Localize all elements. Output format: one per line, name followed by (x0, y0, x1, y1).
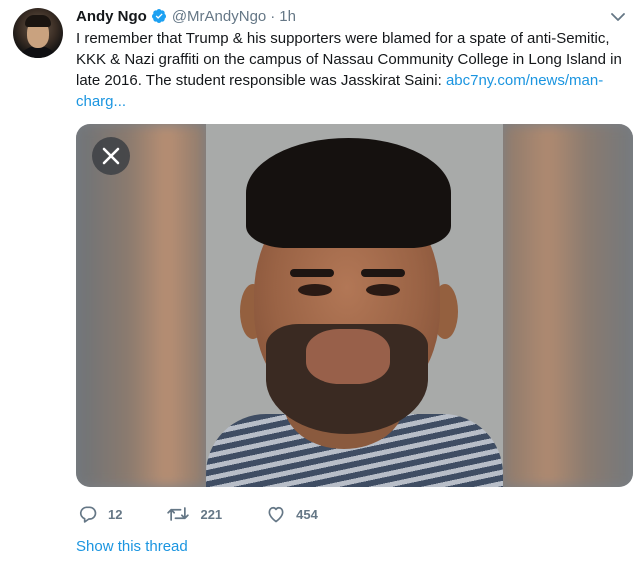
retweet-button[interactable]: 221 (166, 504, 222, 524)
tweet-media[interactable] (76, 124, 633, 487)
media-blur-left (76, 124, 206, 487)
close-icon[interactable] (92, 137, 130, 175)
retweet-icon (166, 504, 190, 524)
tweet-text: I remember that Trump & his supporters w… (76, 28, 632, 112)
verified-badge-icon (151, 8, 167, 24)
separator-dot: · (270, 7, 276, 25)
reply-icon (78, 504, 98, 524)
tweet-header: Andy Ngo @MrAndyNgo · 1h (76, 6, 296, 26)
reply-count: 12 (108, 506, 123, 522)
chevron-down-icon[interactable] (608, 8, 628, 26)
like-button[interactable]: 454 (266, 504, 318, 524)
show-thread-link[interactable]: Show this thread (76, 538, 188, 555)
like-count: 454 (296, 506, 318, 522)
retweet-count: 221 (200, 506, 223, 522)
author-name[interactable]: Andy Ngo (76, 8, 147, 25)
like-icon (266, 504, 286, 524)
avatar[interactable] (13, 8, 63, 58)
media-blur-right (503, 124, 633, 487)
tweet-timestamp[interactable]: 1h (279, 8, 296, 25)
mugshot-photo (206, 124, 503, 487)
reply-button[interactable]: 12 (78, 504, 122, 524)
author-handle[interactable]: @MrAndyNgo (172, 8, 266, 25)
tweet-actions: 12 221 454 (78, 504, 362, 524)
